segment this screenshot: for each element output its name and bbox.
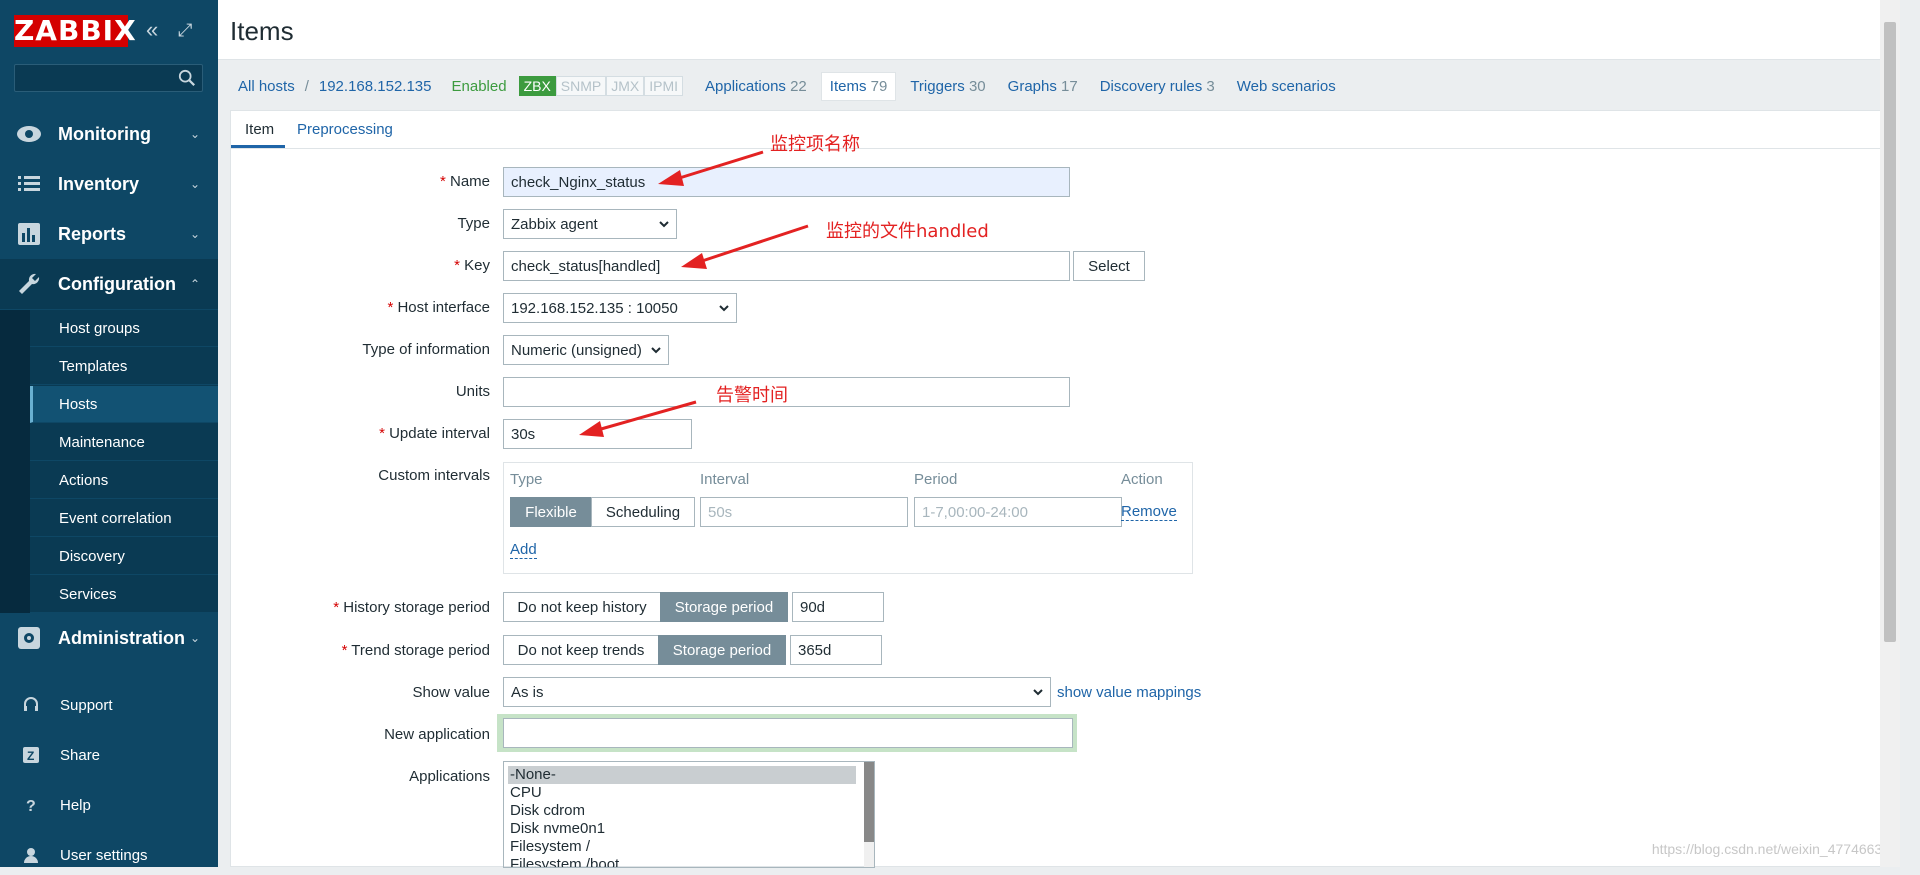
annotation-key-handled: 监控的文件handled <box>826 221 989 242</box>
footer-help[interactable]: ? Help <box>0 785 218 825</box>
nav-reports-label: Reports <box>58 223 127 244</box>
main-content: Items All hosts / 192.168.152.135 Enable… <box>218 0 1900 868</box>
chevron-up-icon: ⌃ <box>189 277 200 291</box>
footer-share[interactable]: Z Share <box>0 735 218 775</box>
sidebar: ZABBIX « ⤢ Monitoring ⌄ Inventory ⌄ Repo… <box>0 0 218 867</box>
footer-user-settings-label: User settings <box>60 846 148 864</box>
nav-inventory[interactable]: Inventory ⌄ <box>0 159 218 209</box>
nav-configuration-label: Configuration <box>58 273 176 294</box>
collapse-sidebar-icon[interactable]: « <box>146 18 158 42</box>
footer-support[interactable]: Support <box>0 685 218 725</box>
list-icon <box>18 176 40 191</box>
chevron-down-icon: ⌄ <box>189 177 200 191</box>
eye-icon <box>17 126 41 142</box>
help-icon: ? <box>26 798 36 814</box>
share-icon: Z <box>23 747 39 763</box>
footer-share-label: Share <box>60 746 101 764</box>
submenu-discovery[interactable]: Discovery <box>30 538 218 575</box>
submenu-templates[interactable]: Templates <box>30 348 218 385</box>
watermark: https://blog.csdn.net/weixin_47746630 <box>1651 841 1890 857</box>
configuration-submenu: Host groups Templates Hosts Maintenance … <box>0 310 218 613</box>
annotation-arrows <box>579 150 809 437</box>
gear-icon <box>18 627 40 649</box>
submenu-event-correlation[interactable]: Event correlation <box>30 500 218 537</box>
submenu-services[interactable]: Services <box>30 576 218 613</box>
headset-icon <box>24 697 38 711</box>
nav-configuration[interactable]: Configuration ⌃ <box>0 259 218 309</box>
nav-administration[interactable]: Administration ⌄ <box>0 613 218 663</box>
svg-text:Z: Z <box>27 749 34 763</box>
nav-administration-label: Administration <box>58 627 186 648</box>
zabbix-logo[interactable]: ZABBIX <box>14 15 136 47</box>
svg-text:?: ? <box>26 798 36 814</box>
annotation-interval: 告警时间 <box>716 385 788 406</box>
wrench-icon <box>19 273 40 294</box>
submenu-hosts[interactable]: Hosts <box>30 386 218 423</box>
footer-help-label: Help <box>60 796 91 814</box>
page-scrollbar[interactable] <box>1880 0 1900 867</box>
submenu-maintenance[interactable]: Maintenance <box>30 424 218 461</box>
nav-monitoring-label: Monitoring <box>58 123 151 144</box>
chevron-down-icon: ⌄ <box>189 631 200 645</box>
footer-support-label: Support <box>60 696 113 714</box>
chevron-down-icon: ⌄ <box>189 227 200 241</box>
chevron-down-icon: ⌄ <box>189 127 200 141</box>
nav-inventory-label: Inventory <box>58 173 140 194</box>
kiosk-mode-icon[interactable]: ⤢ <box>178 18 192 42</box>
user-icon <box>24 848 38 863</box>
nav-monitoring[interactable]: Monitoring ⌄ <box>0 109 218 159</box>
search-icon[interactable] <box>178 69 196 87</box>
footer-user-settings[interactable]: User settings <box>0 835 218 875</box>
submenu-host-groups[interactable]: Host groups <box>30 310 218 347</box>
submenu-actions[interactable]: Actions <box>30 462 218 499</box>
nav-reports[interactable]: Reports ⌄ <box>0 209 218 259</box>
annotation-item-name: 监控项名称 <box>770 134 860 155</box>
bar-chart-icon <box>18 223 40 245</box>
search-input[interactable] <box>14 64 203 92</box>
